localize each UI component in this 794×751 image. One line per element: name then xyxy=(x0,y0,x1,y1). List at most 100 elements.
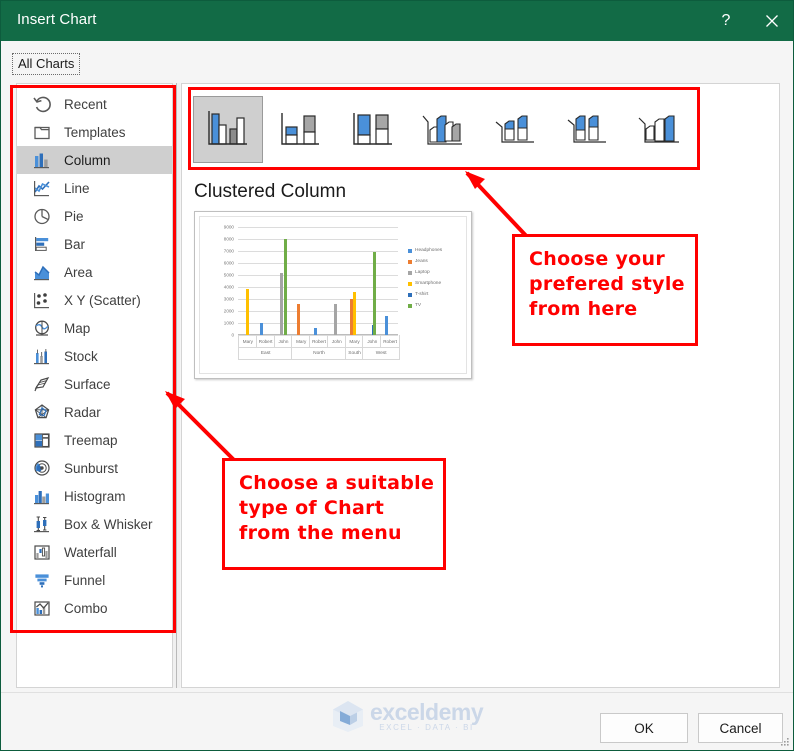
callout-type: Choose a suitable type of Chart from the… xyxy=(222,458,446,570)
chart-type-item-label: Radar xyxy=(64,404,101,420)
chart-canvas: 0 1000 2000 3000 4000 5000 6000 7000 8000 9000 Ma… xyxy=(199,216,467,374)
bar-chart-icon xyxy=(31,234,53,254)
y-axis-tick-label: 7000 xyxy=(223,248,234,254)
treemap-chart-icon xyxy=(31,430,53,450)
chart-subtype-stacked-column[interactable] xyxy=(265,95,335,163)
legend-item: T-shirt xyxy=(408,289,464,300)
chart-type-item-bar[interactable]: Bar xyxy=(17,230,172,258)
chart-type-list-panel: Recent Templates Column Line Pie Bar Area X Y (… xyxy=(16,83,173,688)
chart-bar xyxy=(384,316,388,335)
watermark-tagline: EXCEL · DATA · BI xyxy=(379,722,474,732)
chart-type-item-x-y-scatter[interactable]: X Y (Scatter) xyxy=(17,286,172,314)
pie-chart-icon xyxy=(31,206,53,226)
chart-type-item-recent[interactable]: Recent xyxy=(17,90,172,118)
map-chart-icon xyxy=(31,318,53,338)
plot-area: 0 1000 2000 3000 4000 5000 6000 7000 8000 9000 xyxy=(224,225,398,338)
group-label: East xyxy=(238,347,293,360)
radar-chart-icon xyxy=(31,402,53,422)
chart-type-item-box-whisker[interactable]: Box & Whisker xyxy=(17,510,172,538)
watermark-name: exceldemy xyxy=(370,698,484,725)
panel-divider xyxy=(176,83,177,688)
watermark: exceldemy EXCEL · DATA · BI xyxy=(330,698,484,733)
chart-type-item-sunburst[interactable]: Sunburst xyxy=(17,454,172,482)
chart-subtype-3-d-column[interactable] xyxy=(625,95,695,163)
chart-type-item-label: Sunburst xyxy=(64,460,119,476)
group-label: North xyxy=(291,347,346,360)
legend-label: Smartphone xyxy=(415,281,442,286)
gridline xyxy=(238,227,398,228)
callout-type-line-2: type of Chart xyxy=(239,497,385,519)
chart-subtype-3-d-stacked-column[interactable] xyxy=(481,95,551,163)
chart-type-item-surface[interactable]: Surface xyxy=(17,370,172,398)
callout-style-line-1: Choose your xyxy=(529,248,666,270)
scatter-chart-icon xyxy=(31,290,53,310)
recent-undo-icon xyxy=(31,94,53,114)
chart-bar xyxy=(352,292,356,335)
tab-strip xyxy=(1,41,793,74)
chart-subtype-clustered-column[interactable] xyxy=(193,95,263,163)
y-axis-tick-label: 9000 xyxy=(223,224,234,230)
resize-grip[interactable] xyxy=(780,737,790,747)
y-axis-tick-label: 5000 xyxy=(223,272,234,278)
tab-all-charts[interactable]: All Charts xyxy=(12,53,81,75)
y-axis-tick-label: 8000 xyxy=(223,236,234,242)
chart-bar xyxy=(333,304,337,335)
legend-label: Laptop xyxy=(415,270,430,275)
chart-legend: Headphones Jeans Laptop Smartphone T-shirt TV xyxy=(408,245,464,311)
close-icon[interactable] xyxy=(749,1,793,41)
chart-type-item-label: Column xyxy=(64,152,111,168)
gridline xyxy=(238,239,398,240)
ok-button[interactable]: OK xyxy=(600,713,688,743)
y-axis-tick-label: 0 xyxy=(231,332,234,338)
chart-type-item-stock[interactable]: Stock xyxy=(17,342,172,370)
callout-style: Choose your prefered style from here xyxy=(512,234,698,346)
legend-item: Jeans xyxy=(408,256,464,267)
chart-bar xyxy=(245,289,249,335)
chart-type-item-treemap[interactable]: Treemap xyxy=(17,426,172,454)
chart-type-item-label: Line xyxy=(64,180,90,196)
chart-type-item-map[interactable]: Map xyxy=(17,314,172,342)
chart-type-item-radar[interactable]: Radar xyxy=(17,398,172,426)
chart-type-item-label: Histogram xyxy=(64,488,126,504)
callout-style-line-3: from here xyxy=(529,298,638,320)
chart-type-item-area[interactable]: Area xyxy=(17,258,172,286)
chart-type-item-templates[interactable]: Templates xyxy=(17,118,172,146)
legend-swatch xyxy=(408,259,412,264)
cancel-button[interactable]: Cancel xyxy=(698,713,783,743)
chart-subtype-3-d-clustered-column[interactable] xyxy=(409,95,479,163)
y-axis-tick-label: 1000 xyxy=(223,320,234,326)
chart-type-item-label: Box & Whisker xyxy=(64,516,153,532)
chart-subtype-100-stacked-column[interactable] xyxy=(337,95,407,163)
chart-type-item-label: Surface xyxy=(64,376,111,392)
title-bar: Insert Chart ? xyxy=(1,1,793,41)
column-chart-icon xyxy=(31,150,53,170)
chart-type-item-line[interactable]: Line xyxy=(17,174,172,202)
chart-preview-thumbnail[interactable]: 0 1000 2000 3000 4000 5000 6000 7000 8000 9000 Ma… xyxy=(194,211,472,379)
help-icon[interactable]: ? xyxy=(703,1,749,41)
chart-type-item-waterfall[interactable]: Waterfall xyxy=(17,538,172,566)
histogram-chart-icon xyxy=(31,486,53,506)
y-axis-tick-label: 6000 xyxy=(223,260,234,266)
chart-type-item-pie[interactable]: Pie xyxy=(17,202,172,230)
area-chart-icon xyxy=(31,262,53,282)
callout-style-line-2: prefered style xyxy=(529,273,685,295)
chart-bar xyxy=(260,322,264,335)
chart-type-item-label: Area xyxy=(64,264,93,280)
chart-type-item-label: X Y (Scatter) xyxy=(64,292,141,308)
callout-type-line-3: from the menu xyxy=(239,522,402,544)
chart-type-item-column[interactable]: Column xyxy=(17,146,172,174)
legend-swatch xyxy=(408,248,412,253)
legend-swatch xyxy=(408,270,412,275)
legend-label: TV xyxy=(415,303,422,308)
surface-chart-icon xyxy=(31,374,53,394)
category-axis-labels: Mary Robert John Mary Robert John Mary John Robe… xyxy=(238,335,400,348)
group-label: South xyxy=(344,347,364,360)
chart-type-item-combo[interactable]: Combo xyxy=(17,594,172,622)
legend-item: Smartphone xyxy=(408,278,464,289)
chart-bar xyxy=(296,304,300,335)
chart-subtype-3-d-100-stacked-column[interactable] xyxy=(553,95,623,163)
chart-type-item-funnel[interactable]: Funnel xyxy=(17,566,172,594)
legend-label: Headphones xyxy=(415,248,443,253)
chart-type-item-histogram[interactable]: Histogram xyxy=(17,482,172,510)
callout-type-line-1: Choose a suitable xyxy=(239,472,435,494)
